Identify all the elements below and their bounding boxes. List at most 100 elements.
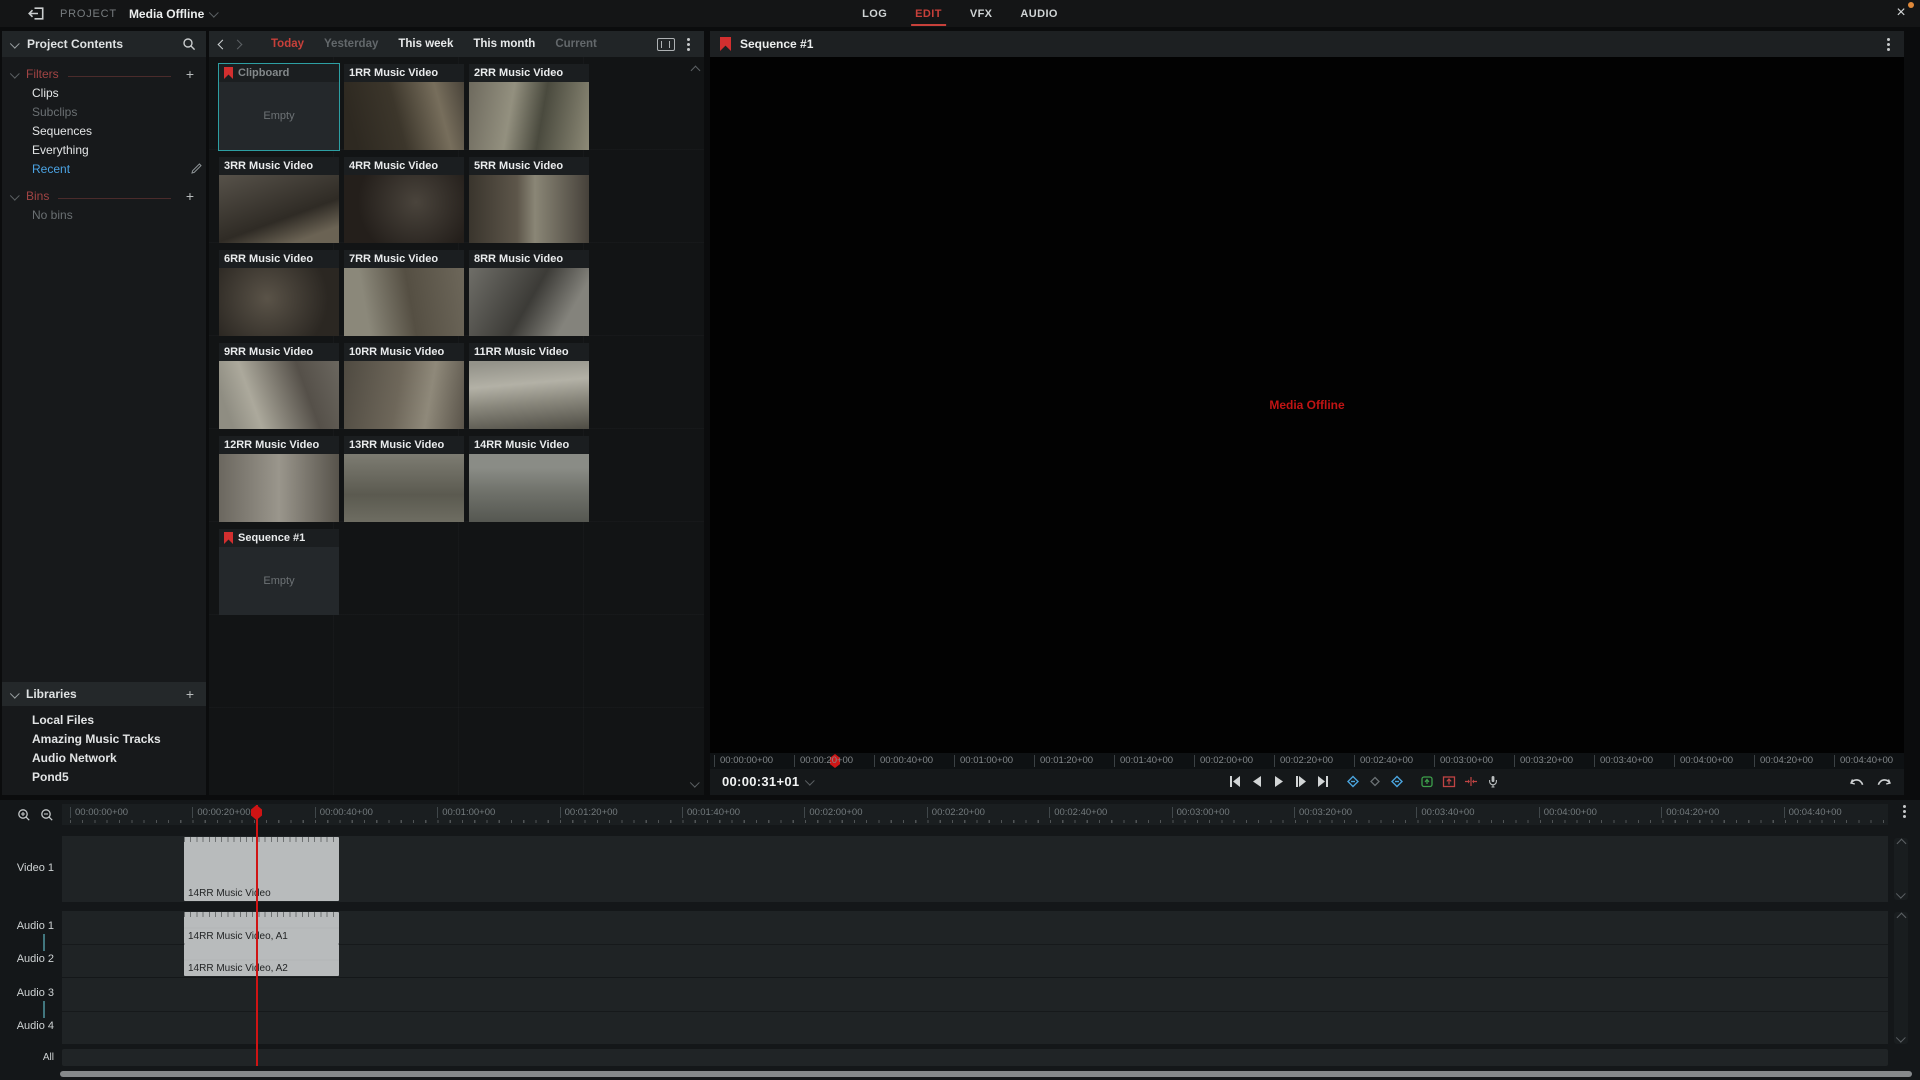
- minor-ticks: [70, 820, 1888, 823]
- browser-menu-icon[interactable]: [687, 42, 690, 46]
- viewer-menu-icon[interactable]: [1887, 42, 1890, 46]
- tile-9rr-music-video[interactable]: 9RR Music Video: [219, 343, 339, 429]
- sidebar-item-everything[interactable]: Everything: [2, 141, 206, 160]
- tile-10rr-music-video[interactable]: 10RR Music Video: [344, 343, 464, 429]
- project-dropdown-chevron-icon[interactable]: [209, 7, 220, 18]
- tab-this-week[interactable]: This week: [398, 38, 453, 50]
- tile-empty-body: Empty: [219, 82, 339, 150]
- sidebar-item-recent[interactable]: Recent: [2, 160, 206, 179]
- mark-out-icon[interactable]: [1388, 773, 1405, 790]
- tab-audio[interactable]: AUDIO: [1020, 0, 1057, 27]
- voiceover-mic-icon[interactable]: [1484, 773, 1501, 790]
- exit-project-icon[interactable]: [26, 5, 46, 23]
- tab-log[interactable]: LOG: [862, 0, 887, 27]
- tile-12rr-music-video[interactable]: 12RR Music Video: [219, 436, 339, 522]
- viewer-ruler-label: 00:00:40+00: [874, 755, 933, 767]
- add-filter-button[interactable]: +: [184, 67, 196, 81]
- divider: [58, 197, 171, 199]
- undo-icon[interactable]: [1848, 773, 1865, 790]
- tab-current[interactable]: Current: [555, 38, 597, 50]
- play-forward-icon[interactable]: [1292, 773, 1309, 790]
- tile-clipboard[interactable]: Clipboard Empty: [218, 63, 340, 151]
- tile-6rr-music-video[interactable]: 6RR Music Video: [219, 250, 339, 336]
- scroll-up-icon[interactable]: [1896, 912, 1906, 923]
- go-to-end-icon[interactable]: [1314, 773, 1331, 790]
- tile-13rr-music-video[interactable]: 13RR Music Video: [344, 436, 464, 522]
- video-tracks-scrollbar[interactable]: [1894, 838, 1908, 900]
- tile-7rr-music-video[interactable]: 7RR Music Video: [344, 250, 464, 336]
- remove-and-close-gap-icon[interactable]: [1462, 773, 1479, 790]
- track-label-audio3[interactable]: Audio 3: [0, 987, 54, 999]
- timeline-clip-audio2[interactable]: 14RR Music Video, A2: [184, 944, 339, 976]
- sidebar-item-subclips[interactable]: Subclips: [2, 103, 206, 122]
- tile-1rr-music-video[interactable]: 1RR Music Video: [344, 64, 464, 150]
- zoom-out-icon[interactable]: [39, 807, 54, 822]
- libraries-chevron-icon[interactable]: [9, 688, 20, 699]
- position-timecode[interactable]: 00:00:31+01: [722, 774, 799, 789]
- tab-yesterday[interactable]: Yesterday: [324, 38, 378, 50]
- edit-pencil-icon[interactable]: [191, 163, 202, 174]
- add-library-button[interactable]: +: [184, 687, 196, 701]
- bins-chevron-icon[interactable]: [9, 190, 20, 201]
- project-name[interactable]: Media Offline: [129, 7, 204, 21]
- add-bin-button[interactable]: +: [184, 189, 196, 203]
- tile-4rr-music-video[interactable]: 4RR Music Video: [344, 157, 464, 243]
- redo-icon[interactable]: [1875, 773, 1892, 790]
- go-to-start-icon[interactable]: [1226, 773, 1243, 790]
- scroll-down-icon[interactable]: [1895, 1032, 1906, 1043]
- scroll-down-icon[interactable]: [689, 777, 700, 788]
- tile-view-icon[interactable]: [657, 37, 675, 51]
- mark-point-icon[interactable]: [1366, 773, 1383, 790]
- tile-thumbnail: [469, 82, 589, 150]
- tile-sequence-1[interactable]: Sequence #1 Empty: [219, 529, 339, 615]
- audio-tracks-scrollbar[interactable]: [1894, 912, 1908, 1044]
- tile-2rr-music-video[interactable]: 2RR Music Video: [469, 64, 589, 150]
- tab-edit[interactable]: EDIT: [911, 0, 946, 27]
- track-label-audio1[interactable]: Audio 1: [0, 920, 54, 932]
- play-icon[interactable]: [1270, 773, 1287, 790]
- insert-edit-icon[interactable]: [1440, 773, 1457, 790]
- tile-14rr-music-video[interactable]: 14RR Music Video: [469, 436, 589, 522]
- track-label-audio4[interactable]: Audio 4: [0, 1020, 54, 1032]
- nav-back-icon[interactable]: [217, 39, 228, 49]
- timeline-clip-video1[interactable]: 14RR Music Video: [184, 837, 339, 901]
- library-item-pond5[interactable]: Pond5: [2, 768, 206, 787]
- tab-vfx[interactable]: VFX: [970, 0, 993, 27]
- video-monitor[interactable]: Media Offline: [710, 57, 1904, 753]
- library-item-amazing-music-tracks[interactable]: Amazing Music Tracks: [2, 730, 206, 749]
- library-item-audio-network[interactable]: Audio Network: [2, 749, 206, 768]
- timeline-clip-audio1[interactable]: 14RR Music Video, A1: [184, 912, 339, 944]
- track-label-video1[interactable]: Video 1: [0, 862, 54, 874]
- track-label-all[interactable]: All: [0, 1052, 54, 1063]
- timecode-dropdown-chevron-icon[interactable]: [805, 775, 816, 786]
- collapse-chevron-icon[interactable]: [9, 38, 20, 49]
- search-icon[interactable]: [182, 37, 196, 51]
- scroll-up-icon[interactable]: [1896, 838, 1906, 849]
- mark-in-icon[interactable]: [1344, 773, 1361, 790]
- timeline-ruler-label: 00:00:20+00: [192, 807, 251, 818]
- zoom-in-icon[interactable]: [16, 807, 31, 822]
- tile-8rr-music-video[interactable]: 8RR Music Video: [469, 250, 589, 336]
- timeline-horizontal-scrollbar[interactable]: [60, 1071, 1912, 1077]
- tile-3rr-music-video[interactable]: 3RR Music Video: [219, 157, 339, 243]
- nav-forward-icon[interactable]: [232, 39, 243, 49]
- sidebar-item-sequences[interactable]: Sequences: [2, 122, 206, 141]
- track-label-audio2[interactable]: Audio 2: [0, 953, 54, 965]
- library-item-local-files[interactable]: Local Files: [2, 711, 206, 730]
- sidebar-item-clips[interactable]: Clips: [2, 84, 206, 103]
- scroll-down-icon[interactable]: [1895, 888, 1906, 899]
- all-tracks-bar[interactable]: [62, 1049, 1888, 1066]
- play-backward-icon[interactable]: [1248, 773, 1265, 790]
- timeline-playhead-line[interactable]: [256, 805, 258, 1066]
- scroll-up-icon[interactable]: [690, 65, 701, 76]
- tab-this-month[interactable]: This month: [473, 38, 535, 50]
- make-subclip-icon[interactable]: [1418, 773, 1435, 790]
- timeline-ruler[interactable]: 00:00:00+00 00:00:20+00 00:00:40+00 00:01:0…: [62, 804, 1888, 825]
- timeline-menu-icon[interactable]: [1903, 810, 1906, 813]
- tab-today[interactable]: Today: [271, 38, 304, 50]
- filters-chevron-icon[interactable]: [9, 68, 20, 79]
- viewer-timecode-ruler[interactable]: 00:00:00+00 00:00:20+00 00:00:40+00 00:01:0…: [710, 753, 1904, 769]
- tile-5rr-music-video[interactable]: 5RR Music Video: [469, 157, 589, 243]
- tile-11rr-music-video[interactable]: 11RR Music Video: [469, 343, 589, 429]
- tile-empty-body: Empty: [219, 547, 339, 615]
